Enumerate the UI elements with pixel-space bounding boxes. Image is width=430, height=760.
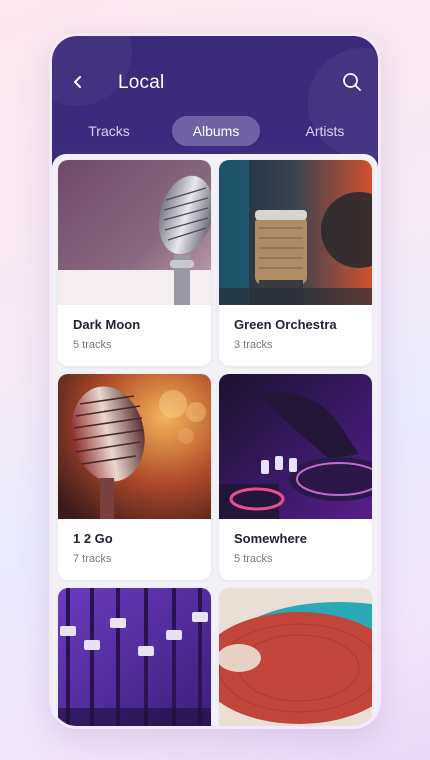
album-track-count: 7 tracks — [73, 553, 112, 565]
album-card[interactable]: Dark Moon 5 tracks — [58, 160, 211, 366]
header-decoration — [52, 36, 132, 106]
album-cover — [219, 588, 372, 726]
album-cover — [58, 588, 211, 726]
album-title: 1 2 Go — [73, 531, 113, 546]
album-card[interactable]: 1 2 Go 7 tracks — [58, 374, 211, 580]
search-button[interactable] — [340, 70, 364, 94]
page-title: Local — [118, 72, 165, 93]
album-card[interactable] — [58, 588, 211, 726]
tab-artists[interactable]: Artists — [292, 116, 358, 146]
search-icon — [343, 73, 361, 91]
album-cover — [219, 374, 372, 519]
album-track-count: 3 tracks — [234, 339, 273, 351]
tab-tracks[interactable]: Tracks — [74, 116, 144, 146]
album-card[interactable] — [219, 588, 372, 726]
album-cover — [58, 160, 211, 305]
album-title: Dark Moon — [73, 317, 141, 332]
albums-content: Dark Moon 5 tracks Green Orchestra 3 tra… — [52, 154, 378, 726]
tab-albums[interactable]: Albums — [172, 116, 260, 146]
album-track-count: 5 tracks — [73, 339, 112, 351]
album-title: Somewhere — [234, 531, 307, 546]
album-cover — [58, 374, 211, 519]
phone-frame: Local Tracks Albums Artists Dark Moon 5 … — [49, 33, 381, 729]
tab-bar: Tracks Albums Artists — [52, 116, 378, 148]
back-button[interactable] — [66, 70, 90, 94]
album-card[interactable]: Green Orchestra 3 tracks — [219, 160, 372, 366]
album-cover — [219, 160, 372, 305]
album-title: Green Orchestra — [234, 317, 337, 332]
album-track-count: 5 tracks — [234, 553, 273, 565]
album-card[interactable]: Somewhere 5 tracks — [219, 374, 372, 580]
album-grid: Dark Moon 5 tracks Green Orchestra 3 tra… — [58, 160, 372, 726]
chevron-left-icon — [74, 76, 81, 88]
